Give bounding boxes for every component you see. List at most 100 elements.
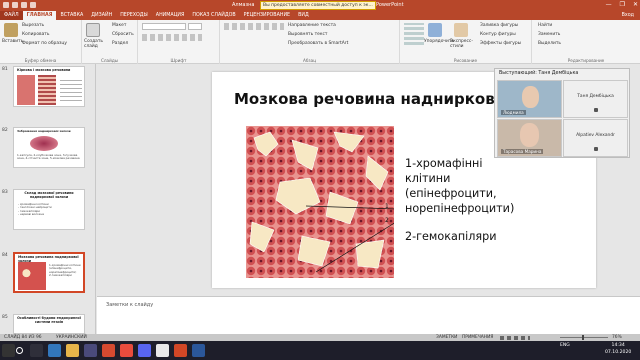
slide-number: 81 bbox=[2, 67, 8, 72]
ribbon-tabs: ФАЙЛ ГЛАВНАЯ ВСТАВКА ДИЗАЙН ПЕРЕХОДЫ АНИ… bbox=[0, 11, 640, 20]
cut-button[interactable]: Вырезать bbox=[22, 23, 44, 28]
slide-thumbnail-81[interactable]: Кіркова і мозкова речовини bbox=[13, 66, 85, 107]
powerpoint-icon[interactable] bbox=[174, 344, 187, 357]
zoom-level[interactable]: 76% bbox=[612, 335, 622, 340]
participant-tile[interactable]: Тарасова Марина bbox=[497, 119, 562, 157]
paste-icon[interactable] bbox=[4, 23, 18, 37]
section-button[interactable]: Раздел bbox=[112, 41, 128, 46]
slide-thumbnail-84[interactable]: Мозкова речовина надниркової залози 1-хр… bbox=[13, 252, 85, 293]
tab-view[interactable]: ВИД bbox=[294, 11, 313, 20]
thumbnail-title: Склад мозкової речовини надниркової зало… bbox=[24, 191, 74, 199]
slide-thumbnail-83[interactable]: Склад мозкової речовини надниркової зало… bbox=[13, 189, 85, 230]
date: 07.10.2020 bbox=[605, 349, 632, 355]
thumbnail-text: 1-хромафінні клітини (епінефроцити, норе… bbox=[49, 263, 81, 278]
slide-thumbnail-82[interactable]: Зображення надниркової залози 1-капсула,… bbox=[13, 127, 85, 168]
language-indicator[interactable]: ENG bbox=[560, 343, 570, 348]
thumbnail-image bbox=[17, 75, 35, 105]
notes-placeholder[interactable]: Заметки к слайду bbox=[106, 302, 153, 308]
copy-button[interactable]: Копировать bbox=[22, 32, 49, 37]
start-slideshow-icon[interactable] bbox=[30, 2, 36, 8]
ribbon: Вставить Вырезать Копировать Формат по о… bbox=[0, 20, 640, 64]
search-icon[interactable] bbox=[16, 347, 23, 354]
tab-insert[interactable]: ВСТАВКА bbox=[56, 11, 87, 20]
thumbnail-image bbox=[38, 75, 56, 105]
format-painter-button[interactable]: Формат по образцу bbox=[22, 41, 67, 46]
new-slide-icon[interactable] bbox=[86, 23, 100, 37]
group-drawing: Упорядочить Экспресс-стили Заливка фигур… bbox=[400, 20, 532, 64]
quick-styles-button[interactable]: Экспресс-стили bbox=[450, 39, 473, 49]
shape-outline-button[interactable]: Контур фигуры bbox=[480, 32, 516, 37]
comments-button[interactable]: ПРИМЕЧАНИЯ bbox=[462, 335, 493, 340]
arrange-icon[interactable] bbox=[428, 23, 442, 37]
tab-design[interactable]: ДИЗАЙН bbox=[87, 11, 116, 20]
store-icon[interactable] bbox=[84, 344, 97, 357]
tab-animations[interactable]: АНИМАЦИЯ bbox=[152, 11, 189, 20]
shapes-gallery[interactable] bbox=[404, 23, 424, 45]
paste-button[interactable]: Вставить bbox=[2, 39, 23, 44]
save-icon[interactable] bbox=[3, 2, 9, 8]
clock[interactable]: 14:34 07.10.2020 bbox=[605, 343, 631, 356]
task-view-icon[interactable] bbox=[30, 344, 43, 357]
micrograph-image[interactable]: 1 2 bbox=[246, 126, 394, 278]
thumbnail-title: Особливості будови ендокринної системи п… bbox=[17, 316, 81, 324]
undo-icon[interactable] bbox=[12, 2, 18, 8]
screen-share-banner[interactable]: Вы предоставляете совместный доступ к эк… bbox=[260, 1, 376, 10]
font-format-buttons[interactable] bbox=[142, 34, 202, 41]
participant-face bbox=[520, 123, 539, 147]
participant-tile[interactable]: Alpatiev Alexandr bbox=[563, 119, 628, 157]
new-slide-button[interactable]: Создать слайд bbox=[84, 39, 104, 49]
edge-icon[interactable] bbox=[48, 344, 61, 357]
notes-button[interactable]: ЗАМЕТКИ bbox=[436, 335, 457, 340]
group-label: Рисование bbox=[453, 58, 478, 63]
language-indicator[interactable]: УКРАИНСКИЙ bbox=[56, 335, 87, 340]
zoom-slider-thumb[interactable] bbox=[582, 335, 584, 340]
word-icon[interactable] bbox=[192, 344, 205, 357]
convert-smartart-button[interactable]: Преобразовать в SmartArt bbox=[288, 41, 348, 46]
zoom-slider[interactable] bbox=[560, 337, 608, 338]
tab-home[interactable]: ГЛАВНАЯ bbox=[22, 11, 57, 20]
tab-review[interactable]: РЕЦЕНЗИРОВАНИЕ bbox=[240, 11, 294, 20]
list-buttons[interactable] bbox=[224, 23, 284, 30]
restore-button[interactable]: ❐ bbox=[620, 1, 625, 8]
layout-button[interactable]: Макет bbox=[112, 23, 126, 28]
slide-description[interactable]: 1-хромафінні клітини (епінефроцити, норе… bbox=[405, 156, 525, 216]
shape-effects-button[interactable]: Эффекты фигуры bbox=[480, 41, 521, 46]
tab-transitions[interactable]: ПЕРЕХОДЫ bbox=[116, 11, 152, 20]
select-button[interactable]: Выделить bbox=[538, 41, 561, 46]
quick-access-toolbar bbox=[3, 2, 36, 8]
chrome-icon[interactable] bbox=[156, 344, 169, 357]
opera-icon[interactable] bbox=[120, 344, 133, 357]
thumbnail-title: Зображення надниркової залози bbox=[17, 129, 71, 133]
app-icon[interactable] bbox=[102, 344, 115, 357]
label-2: 2 bbox=[385, 217, 389, 224]
text-direction-button[interactable]: Направление текста bbox=[288, 23, 336, 28]
tab-slideshow[interactable]: ПОКАЗ СЛАЙДОВ bbox=[188, 11, 239, 20]
participant-tile[interactable]: Людмила bbox=[497, 80, 562, 118]
slide-capillaries-text[interactable]: 2-гемокапіляри bbox=[405, 230, 497, 243]
align-text-button[interactable]: Выровнять текст bbox=[288, 32, 327, 37]
login-link[interactable]: Вход bbox=[616, 11, 640, 20]
shape-fill-button[interactable]: Заливка фигуры bbox=[480, 23, 518, 28]
notes-pane[interactable]: Заметки к слайду bbox=[97, 296, 640, 334]
font-size-select[interactable] bbox=[188, 23, 202, 30]
tab-file[interactable]: ФАЙЛ bbox=[0, 11, 23, 20]
quick-styles-icon[interactable] bbox=[454, 23, 468, 37]
reset-button[interactable]: Сбросить bbox=[112, 32, 134, 37]
thumbnail-image bbox=[30, 136, 58, 151]
zoom-app-icon[interactable] bbox=[138, 344, 151, 357]
font-family-select[interactable] bbox=[142, 23, 186, 30]
slide-thumbnail-85[interactable]: Особливості будови ендокринної системи п… bbox=[13, 314, 85, 334]
participant-tile[interactable]: Таня Дембіцька bbox=[563, 80, 628, 118]
redo-icon[interactable] bbox=[21, 2, 27, 8]
replace-button[interactable]: Заменить bbox=[538, 32, 560, 37]
slide-number: 84 bbox=[2, 253, 8, 258]
slide-number: 83 bbox=[2, 190, 8, 195]
file-explorer-icon[interactable] bbox=[66, 344, 79, 357]
close-button[interactable]: ✕ bbox=[633, 1, 638, 8]
slide-thumbnail-panel[interactable]: 81 Кіркова і мозкова речовини 82 Зображе… bbox=[0, 64, 96, 334]
view-buttons[interactable] bbox=[500, 336, 530, 340]
start-button[interactable] bbox=[2, 344, 15, 357]
find-button[interactable]: Найти bbox=[538, 23, 552, 28]
minimize-button[interactable]: — bbox=[606, 1, 612, 8]
status-bar: СЛАЙД 84 ИЗ 96 УКРАИНСКИЙ ЗАМЕТКИ ПРИМЕЧ… bbox=[0, 334, 640, 341]
